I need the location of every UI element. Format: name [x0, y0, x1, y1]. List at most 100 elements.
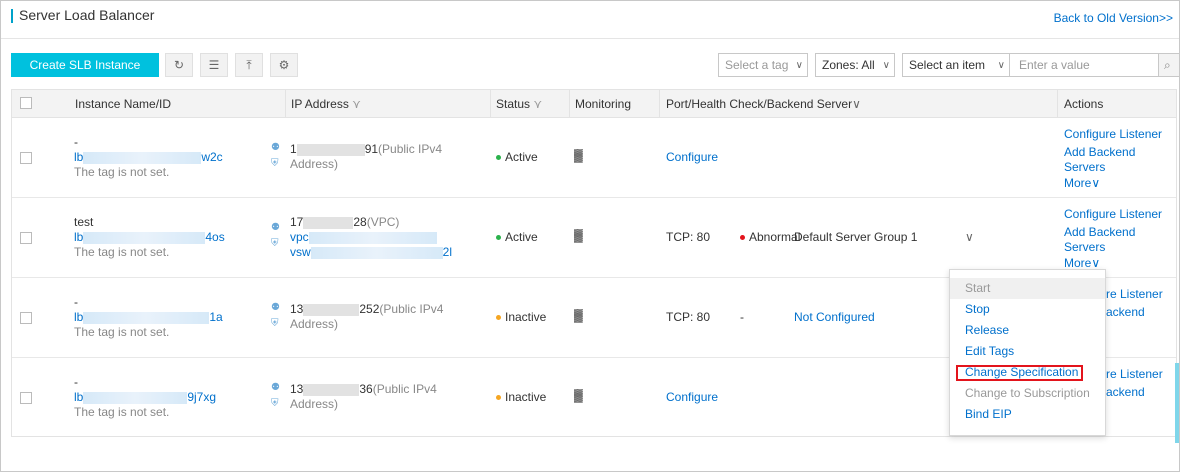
instance-name: test [74, 215, 94, 229]
filter-icon[interactable]: ⋎ [533, 97, 542, 111]
row-checkbox[interactable] [20, 152, 32, 164]
listener-port: TCP: 80 [666, 310, 711, 324]
column-port-health[interactable]: Port/Health Check/Backend Server∨ [666, 97, 861, 111]
ip-address: 1 91(Public IPv4 [290, 142, 443, 156]
status-dot [496, 155, 501, 161]
configure-listener-link[interactable]: Configure Listener [1064, 207, 1162, 222]
instance-id-link[interactable]: lb 1a [74, 310, 223, 325]
settings-button[interactable]: ⚙ [270, 53, 298, 77]
configure-listener-link[interactable]: Configure Listener [1064, 127, 1162, 142]
page-frame: Server Load Balancer Back to Old Version… [0, 0, 1180, 472]
instance-name: - [74, 295, 78, 309]
ip-address-type: Address) [290, 157, 339, 171]
column-divider [490, 90, 491, 118]
add-backend-servers-link[interactable]: Add Backend Servers [1064, 225, 1135, 255]
filter-icon[interactable]: ⋎ [352, 97, 361, 111]
monitoring-chart-icon[interactable]: ▓ [574, 308, 583, 323]
monitoring-chart-icon[interactable]: ▓ [574, 388, 583, 403]
search-input[interactable]: Enter a value [1009, 53, 1159, 77]
location-icon: ⚉ [271, 222, 280, 233]
not-configured-link[interactable]: Not Configured [794, 310, 875, 325]
search-field-select[interactable]: Select an item ∨ [902, 53, 1010, 77]
highlight-box [956, 365, 1083, 381]
menu-item-edit-tags[interactable]: Edit Tags [950, 341, 1105, 362]
instance-id-link[interactable]: lb w2c [74, 150, 223, 165]
select-all-checkbox[interactable] [20, 97, 32, 109]
column-actions: Actions [1064, 97, 1104, 111]
instance-tag: The tag is not set. [74, 245, 170, 259]
health-check-status: Abnormal [740, 230, 800, 245]
refresh-button[interactable]: ↻ [165, 53, 193, 77]
menu-item-release[interactable]: Release [950, 320, 1105, 341]
zones-select[interactable]: Zones: All ∨ [815, 53, 895, 77]
list-view-button[interactable]: ☰ [200, 53, 228, 77]
menu-item-bind-eip[interactable]: Bind EIP [950, 404, 1105, 425]
status-dot [496, 235, 501, 241]
monitoring-chart-icon[interactable]: ▓ [574, 228, 583, 243]
tag-select[interactable]: Select a tag ∨ [718, 53, 808, 77]
settings-icon: ⚙ [278, 58, 290, 72]
ip-address: 13 36(Public IPv4 [290, 382, 437, 396]
instance-name: - [74, 375, 78, 389]
chevron-down-icon: ∨ [882, 59, 890, 71]
table-row: test lb 4os The tag is not set. ⚉ ⛨ 17 28(… [12, 198, 1176, 278]
status-badge: Active [496, 150, 538, 165]
add-backend-servers-link[interactable]: Add Backend Servers [1064, 145, 1135, 175]
configure-listener-link[interactable]: re Listener [1106, 367, 1163, 382]
column-instance-name: Instance Name/ID [75, 97, 172, 111]
search-button[interactable]: ⌕ [1158, 53, 1180, 77]
vpc-id-link[interactable]: vpc [290, 230, 437, 245]
configure-link[interactable]: Configure [666, 390, 718, 405]
chevron-down-icon: ∨ [997, 59, 1005, 71]
instance-tag: The tag is not set. [74, 325, 170, 339]
export-button[interactable]: ⤒ [235, 53, 263, 77]
more-actions-link[interactable]: More∨ [1064, 176, 1100, 191]
row-checkbox[interactable] [20, 392, 32, 404]
column-status: Status ⋎ [496, 97, 543, 111]
location-icon: ⚉ [271, 382, 280, 393]
configure-listener-link[interactable]: re Listener [1106, 287, 1163, 302]
ip-address: 17 28(VPC) [290, 215, 400, 229]
add-backend-servers-link[interactable]: ackend [1106, 305, 1145, 320]
search-input-placeholder: Enter a value [1019, 58, 1090, 72]
shield-icon: ⛨ [271, 158, 279, 169]
side-panel-tab[interactable] [1175, 363, 1179, 443]
refresh-icon: ↻ [173, 58, 185, 72]
instance-tag: The tag is not set. [74, 405, 170, 419]
location-icon: ⚉ [271, 302, 280, 313]
back-to-old-version-link[interactable]: Back to Old Version>> [1054, 11, 1173, 25]
column-ip-address: IP Address ⋎ [291, 97, 361, 111]
create-slb-instance-button[interactable]: Create SLB Instance [11, 53, 159, 77]
chevron-down-icon: ∨ [1091, 256, 1101, 270]
instance-id-link[interactable]: lb 4os [74, 230, 225, 245]
backend-server-group[interactable]: Default Server Group 1 [794, 230, 917, 245]
instance-tag: The tag is not set. [74, 165, 170, 179]
configure-link[interactable]: Configure [666, 150, 718, 165]
ip-address-type: Address) [290, 397, 339, 411]
row-checkbox[interactable] [20, 312, 32, 324]
menu-item-start: Start [950, 278, 1105, 299]
chevron-down-icon[interactable]: ∨ [965, 230, 974, 245]
add-backend-servers-link[interactable]: ackend [1106, 385, 1145, 400]
column-divider [1057, 90, 1058, 118]
menu-item-stop[interactable]: Stop [950, 299, 1105, 320]
export-icon: ⤒ [246, 57, 252, 72]
menu-item-change-to-subscription: Change to Subscription [965, 386, 1090, 400]
status-badge: Inactive [496, 390, 546, 405]
chevron-down-icon: ∨ [1091, 176, 1101, 190]
monitoring-chart-icon[interactable]: ▓ [574, 148, 583, 163]
shield-icon: ⛨ [271, 398, 279, 409]
vswitch-id-link[interactable]: vsw 2l [290, 245, 452, 260]
shield-icon: ⛨ [271, 238, 279, 249]
column-monitoring: Monitoring [575, 97, 632, 111]
tag-select-placeholder: Select a tag [725, 58, 789, 72]
column-divider [659, 90, 660, 118]
status-badge: Active [496, 230, 538, 245]
page-title: Server Load Balancer [19, 7, 155, 23]
shield-icon: ⛨ [271, 318, 279, 329]
instance-id-link[interactable]: lb 9j7xg [74, 390, 216, 405]
column-divider [285, 90, 286, 118]
chevron-down-icon: ∨ [795, 59, 803, 71]
row-checkbox[interactable] [20, 232, 32, 244]
location-icon: ⚉ [271, 142, 280, 153]
